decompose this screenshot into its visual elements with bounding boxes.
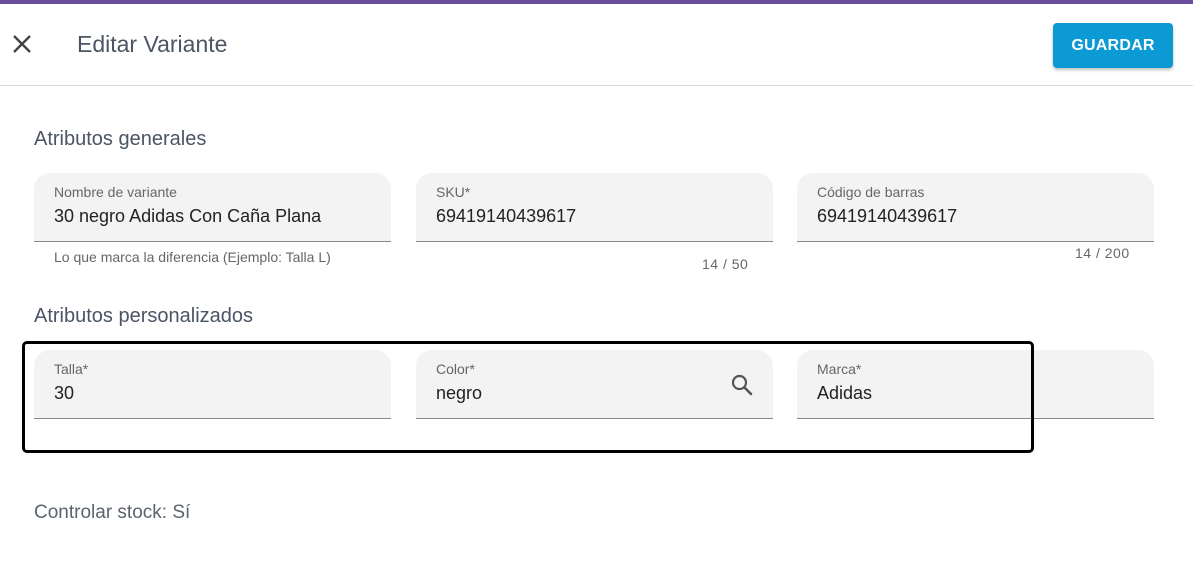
barcode-char-counter: 14 / 200 — [1075, 245, 1130, 261]
size-label: Talla* — [54, 361, 89, 377]
sku-input[interactable]: 69419140439617 — [436, 206, 576, 227]
page-title: Editar Variante — [77, 31, 228, 57]
color-label: Color* — [436, 361, 475, 377]
color-input[interactable]: negro — [436, 383, 482, 404]
size-input[interactable]: 30 — [54, 383, 74, 404]
sku-char-counter: 14 / 50 — [702, 256, 749, 272]
variant-name-input[interactable]: 30 negro Adidas Con Caña Plana — [54, 206, 321, 227]
barcode-input[interactable]: 69419140439617 — [817, 206, 957, 227]
brand-field[interactable]: Marca* Adidas — [797, 350, 1154, 419]
dialog-header: Editar Variante GUARDAR — [0, 4, 1193, 86]
save-button[interactable]: GUARDAR — [1053, 23, 1173, 68]
sku-field[interactable]: SKU* 69419140439617 — [416, 173, 773, 242]
sku-label: SKU* — [436, 184, 471, 200]
color-field[interactable]: Color* negro — [416, 350, 773, 419]
variant-name-label: Nombre de variante — [54, 184, 177, 200]
variant-name-field[interactable]: Nombre de variante 30 negro Adidas Con C… — [34, 173, 391, 242]
barcode-label: Código de barras — [817, 184, 925, 200]
barcode-field[interactable]: Código de barras 69419140439617 — [797, 173, 1154, 242]
variant-name-hint: Lo que marca la diferencia (Ejemplo: Tal… — [54, 249, 331, 265]
custom-attributes-title: Atributos personalizados — [34, 305, 254, 327]
stock-control-text: Controlar stock: Sí — [34, 502, 191, 523]
brand-input[interactable]: Adidas — [817, 383, 872, 404]
close-icon[interactable] — [8, 30, 36, 58]
search-icon[interactable] — [729, 372, 755, 398]
size-field[interactable]: Talla* 30 — [34, 350, 391, 419]
brand-label: Marca* — [817, 361, 862, 377]
general-attributes-title: Atributos generales — [34, 128, 207, 150]
